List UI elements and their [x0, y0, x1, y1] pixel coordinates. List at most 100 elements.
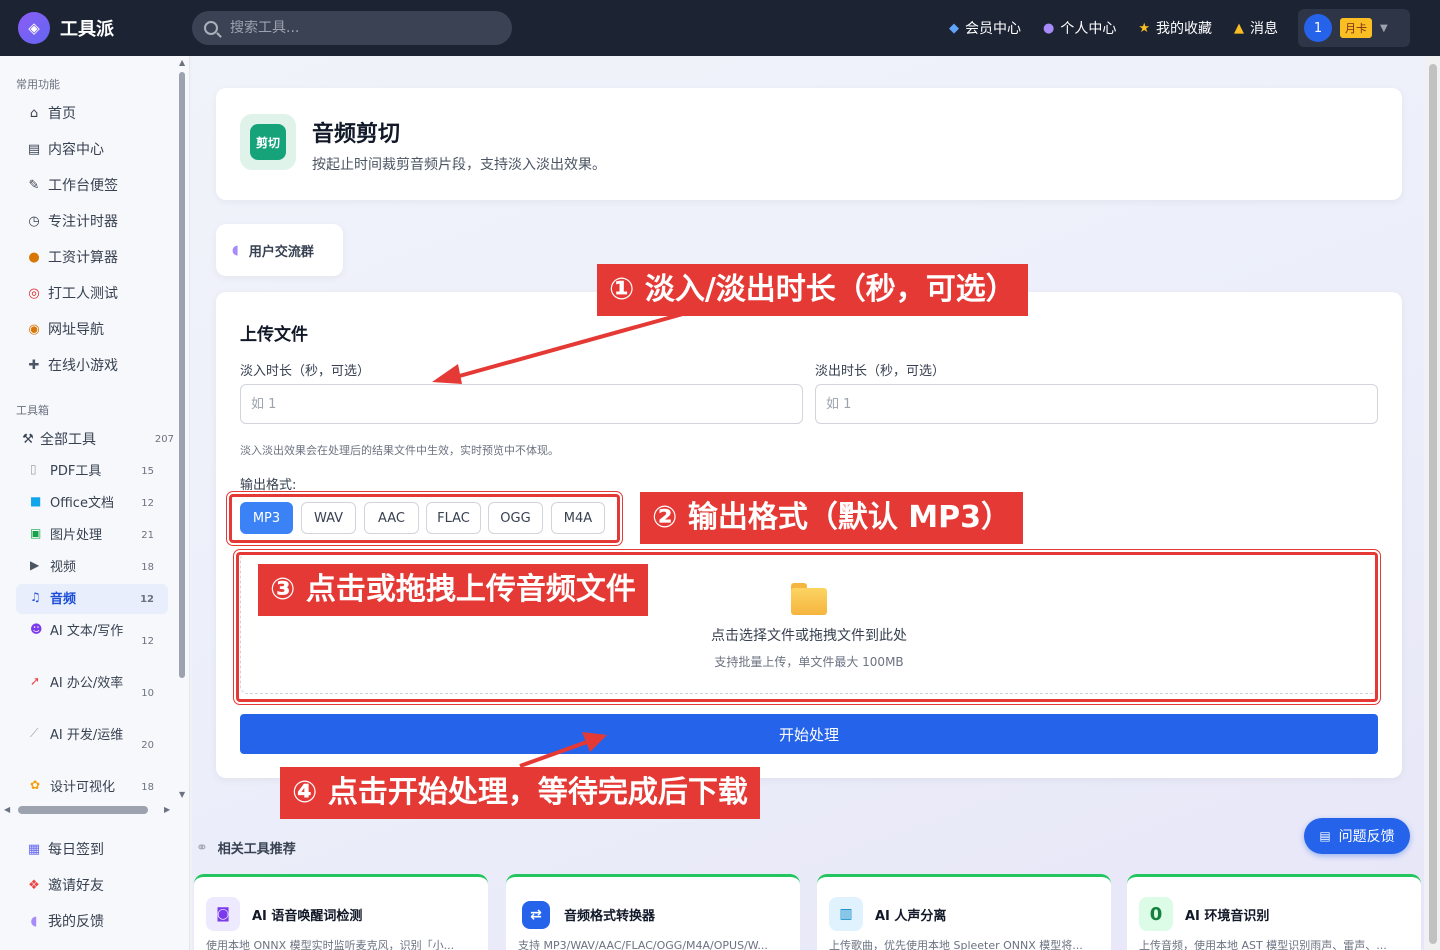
- sidebar-item-label: 在线小游戏: [48, 358, 118, 374]
- target-icon: ◎: [28, 285, 40, 301]
- tools-icon: ⚒: [22, 431, 34, 447]
- sidebar-item-label: 内容中心: [48, 142, 104, 158]
- fade-out-input[interactable]: [815, 384, 1378, 424]
- page-description: 按起止时间裁剪音频片段，支持淡入淡出效果。: [312, 157, 606, 173]
- sidebar: 常用功能 ⌂ 首页 ▤ 内容中心 ✎ 工作台便签 ◷ 专注计时器 ● 工资计算器 ◎ 打工人…: [0, 56, 190, 950]
- money-bag-icon: ●: [28, 249, 40, 265]
- compass-icon: ◉: [28, 321, 40, 337]
- sidebar-item-my-feedback[interactable]: ◖ 我的反馈: [16, 906, 168, 936]
- sidebar-item-invite[interactable]: ❖ 邀请好友: [16, 870, 168, 900]
- sidebar-item-content[interactable]: ▤ 内容中心: [16, 134, 168, 164]
- sidebar-cat-pdf[interactable]: ▯ PDF工具 15: [26, 456, 168, 486]
- sidebar-cat-ai-office[interactable]: ➚ AI 办公/效率 10: [26, 668, 168, 718]
- cat-count: 20: [141, 740, 154, 751]
- sidebar-item-label: 工资计算器: [48, 250, 118, 266]
- sidebar-vertical-scrollbar[interactable]: [179, 72, 185, 678]
- scroll-up-arrow[interactable]: ▲: [179, 58, 185, 67]
- cat-label: 音频: [50, 592, 77, 607]
- cat-count: 15: [141, 466, 154, 477]
- nav-member-center[interactable]: ◆ 会员中心: [949, 18, 1021, 38]
- scroll-down-arrow[interactable]: ▼: [179, 790, 185, 799]
- search-bar[interactable]: [192, 11, 512, 45]
- sidebar-horizontal-scrollbar[interactable]: [18, 806, 148, 814]
- sidebar-item-notes[interactable]: ✎ 工作台便签: [16, 170, 168, 200]
- sidebar-item-checkin[interactable]: ▦ 每日签到: [16, 834, 168, 864]
- related-tool-title: AI 环境音识别: [1185, 909, 1270, 924]
- tool-icon-text: 剪切: [250, 124, 286, 160]
- gamepad-icon: ✚: [28, 357, 40, 373]
- related-tool-card[interactable]: ⇄ 音频格式转换器 支持 MP3/WAV/AAC/FLAC/OGG/M4A/OP…: [506, 874, 800, 950]
- video-icon: ▶: [30, 558, 40, 572]
- notes-icon: ✎: [28, 177, 40, 193]
- community-group-button[interactable]: ◖ 用户交流群: [216, 224, 343, 276]
- content-icon: ▤: [27, 141, 41, 157]
- fade-hint: 淡入淡出效果会在处理后的结果文件中生效，实时预览中不体现。: [240, 444, 559, 457]
- fade-in-input[interactable]: [240, 384, 803, 424]
- cat-label: PDF工具: [50, 464, 102, 479]
- bone-icon: ⟋: [30, 726, 39, 740]
- pdf-icon: ▯: [30, 462, 37, 476]
- cat-count: 12: [141, 498, 154, 509]
- cat-label: AI 文本/写作: [50, 624, 124, 639]
- nav-member-label: 会员中心: [965, 21, 1021, 37]
- cat-label: Office文档: [50, 496, 114, 511]
- feedback-button[interactable]: ▤ 问题反馈: [1304, 818, 1410, 854]
- related-tool-title: AI 人声分离: [875, 909, 947, 924]
- scroll-right-arrow[interactable]: ▶: [164, 805, 170, 814]
- avatar: 1: [1304, 14, 1332, 42]
- related-tool-desc: 使用本地 ONNX 模型实时监听麦克风，识别「小...: [206, 939, 455, 950]
- cat-label: AI 办公/效率: [50, 676, 124, 691]
- sidebar-cat-design[interactable]: ✿ 设计可视化 18: [26, 772, 168, 802]
- sidebar-item-label: 工作台便签: [48, 178, 118, 194]
- page-scroll-thumb[interactable]: [1429, 64, 1437, 944]
- sidebar-item-nav[interactable]: ◉ 网址导航: [16, 314, 168, 344]
- page-scrollbar[interactable]: [1426, 56, 1440, 950]
- cat-count: 10: [141, 688, 154, 699]
- page-title: 音频剪切: [312, 122, 401, 147]
- annotation-step-3: ③ 点击或拖拽上传音频文件: [258, 564, 648, 616]
- nav-profile[interactable]: ● 个人中心: [1043, 18, 1116, 38]
- link-icon: ⚭: [196, 839, 208, 856]
- sidebar-cat-office[interactable]: ■ Office文档 12: [26, 488, 168, 518]
- search-input[interactable]: [230, 20, 490, 36]
- related-tool-desc: 支持 MP3/WAV/AAC/FLAC/OGG/M4A/OPUS/W...: [518, 939, 768, 950]
- sidebar-item-all-tools[interactable]: ⚒ 全部工具 207: [16, 424, 174, 454]
- related-tool-title: 音频格式转换器: [564, 909, 656, 924]
- sidebar-item-label: 打工人测试: [48, 286, 118, 302]
- sidebar-item-label: 邀请好友: [48, 878, 104, 894]
- upload-section-title: 上传文件: [240, 325, 308, 345]
- sidebar-item-worker-test[interactable]: ◎ 打工人测试: [16, 278, 168, 308]
- sidebar-cat-image[interactable]: ▣ 图片处理 21: [26, 520, 168, 550]
- music-icon: ♫: [30, 590, 41, 604]
- related-tool-card[interactable]: 0 AI 环境音识别 上传音频，使用本地 AST 模型识别雨声、雷声、...: [1127, 874, 1421, 950]
- sidebar-cat-audio[interactable]: ♫ 音频 12: [16, 584, 168, 614]
- start-processing-button[interactable]: 开始处理: [240, 714, 1378, 754]
- sidebar-item-home[interactable]: ⌂ 首页: [16, 98, 168, 128]
- logo[interactable]: ◈ 工具派: [18, 12, 192, 44]
- cat-count: 21: [141, 530, 154, 541]
- user-menu[interactable]: 1 月卡 ▼: [1298, 9, 1410, 47]
- sidebar-cat-ai-writing[interactable]: ☻ AI 文本/写作 12: [26, 616, 168, 666]
- scroll-left-arrow[interactable]: ◀: [4, 805, 10, 814]
- sidebar-cat-ai-dev[interactable]: ⟋ AI 开发/运维 20: [26, 720, 168, 770]
- related-tools-header: ⚭ 相关工具推荐: [196, 838, 296, 858]
- sidebar-item-timer[interactable]: ◷ 专注计时器: [16, 206, 168, 236]
- nav-messages[interactable]: ▲ 消息: [1234, 18, 1278, 38]
- robot-icon: ☻: [30, 622, 43, 636]
- sidebar-item-label: 全部工具: [40, 432, 96, 448]
- fade-out-label: 淡出时长（秒，可选）: [815, 364, 946, 379]
- sidebar-item-label: 每日签到: [48, 842, 104, 858]
- related-tools-title: 相关工具推荐: [217, 842, 296, 857]
- person-icon: ●: [1043, 20, 1055, 36]
- annotation-step-1: ① 淡入/淡出时长（秒，可选）: [597, 264, 1028, 316]
- membership-badge: 月卡: [1340, 18, 1372, 38]
- bell-icon: ▲: [1234, 20, 1244, 36]
- chevron-down-icon: ▼: [1380, 22, 1388, 34]
- sidebar-item-games[interactable]: ✚ 在线小游戏: [16, 350, 168, 380]
- sidebar-item-salary[interactable]: ● 工资计算器: [16, 242, 168, 272]
- related-tool-card[interactable]: ◙ AI 语音唤醒词检测 使用本地 ONNX 模型实时监听麦克风，识别「小...: [194, 874, 488, 950]
- scissors-icon: 剪切: [240, 114, 296, 170]
- sidebar-cat-video[interactable]: ▶ 视频 18: [26, 552, 168, 582]
- nav-favorites[interactable]: ★ 我的收藏: [1138, 18, 1212, 38]
- related-tool-card[interactable]: ▥ AI 人声分离 上传歌曲，优先使用本地 Spleeter ONNX 模型将.…: [817, 874, 1111, 950]
